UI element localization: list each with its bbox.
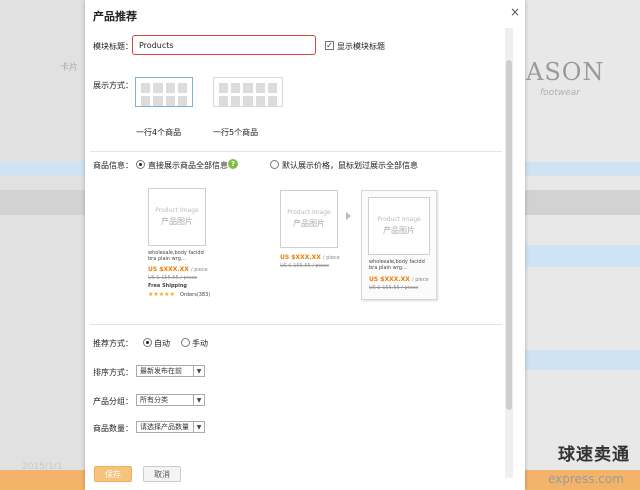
recommend-method-label: 推荐方式： — [93, 339, 133, 348]
product-info-radio-full[interactable] — [136, 160, 145, 169]
count-select-value: 请选择产品数量 — [140, 423, 189, 431]
layout-cell — [243, 83, 253, 93]
preview-product-image-default: Product Image 产品图片 — [280, 190, 338, 248]
layout-cell — [255, 96, 265, 106]
recommend-auto-label: 自动 — [154, 339, 170, 348]
section-divider — [90, 324, 502, 325]
show-title-checkbox-label: 显示模块标题 — [337, 42, 385, 51]
layout-cell — [255, 83, 265, 93]
recommend-auto-radio[interactable] — [143, 338, 152, 347]
price-unit: / piece — [190, 267, 208, 273]
layout-option-5-per-row[interactable] — [213, 77, 283, 107]
layout-cell — [177, 83, 187, 93]
layout-cell — [267, 83, 277, 93]
layout-option-5-label: 一行5个商品 — [213, 128, 259, 137]
preview-product-image-hover: Product Image 产品图片 — [368, 197, 430, 255]
product-image-text: Product Image — [287, 209, 331, 216]
price-unit: / piece — [411, 277, 429, 283]
preview-price-default: US $XXX.XX / piece — [280, 254, 340, 261]
preview-product-title: wholesale,body facidd bra plain wrg... — [148, 250, 204, 262]
layout-option-4-per-row[interactable] — [135, 77, 193, 107]
product-info-option-full-label: 直接展示商品全部信息 — [148, 161, 228, 170]
sort-select-value: 最新发布在前 — [140, 367, 182, 375]
sort-label: 排序方式： — [93, 368, 133, 377]
product-image-text-cn: 产品图片 — [293, 219, 325, 228]
product-image-text: Product Image — [377, 216, 421, 223]
preview-orders: Orders(383) — [180, 292, 211, 298]
layout-cell — [231, 83, 241, 93]
help-icon[interactable]: ? — [228, 159, 238, 169]
chevron-down-icon: ▼ — [193, 366, 204, 376]
group-select[interactable]: 所有分类 ▼ — [136, 394, 205, 406]
background-left-panel — [0, 0, 85, 490]
preview-price: US $XXX.XX / piece — [148, 266, 208, 273]
background-blue-band — [520, 162, 640, 176]
background-left-text: 卡片 — [60, 63, 79, 73]
layout-cell — [153, 83, 163, 93]
price-value: US $XXX.XX — [280, 254, 321, 261]
preview-old-price-hover: US $ 155.55 / piece — [369, 285, 419, 291]
scrollbar-thumb[interactable] — [506, 60, 512, 410]
background-brand-subtitle: footwear — [540, 88, 580, 98]
product-image-text-cn: 产品图片 — [383, 226, 415, 235]
product-image-text-cn: 产品图片 — [161, 217, 193, 226]
group-label: 产品分组： — [93, 397, 133, 406]
preview-product-title-hover: wholesale,body facidd bra plain wrg... — [369, 259, 425, 271]
background-blue-band — [0, 162, 85, 176]
preview-product-image: Product Image 产品图片 — [148, 188, 206, 246]
rating-stars-icon: ★★★★★ — [148, 291, 175, 298]
preview-old-price: US $ 155.55 / piece — [148, 275, 198, 281]
recommend-manual-label: 手动 — [192, 339, 208, 348]
sort-select[interactable]: 最新发布在前 ▼ — [136, 365, 205, 377]
product-info-radio-hover[interactable] — [270, 160, 279, 169]
background-orange-bar — [0, 470, 95, 490]
layout-cell — [231, 96, 241, 106]
save-button[interactable]: 保存 — [94, 466, 132, 482]
layout-cell — [153, 96, 163, 106]
background-blue-band — [520, 350, 640, 370]
price-value: US $XXX.XX — [369, 276, 410, 283]
group-select-value: 所有分类 — [140, 396, 168, 404]
count-label: 商品数量： — [93, 424, 133, 433]
close-icon[interactable]: × — [510, 5, 520, 19]
watermark-url: express.com — [548, 472, 624, 486]
background-band — [520, 190, 640, 215]
cancel-button[interactable]: 取消 — [143, 466, 181, 482]
layout-cell — [141, 83, 151, 93]
count-select[interactable]: 请选择产品数量 ▼ — [136, 421, 205, 433]
layout-cell — [267, 96, 277, 106]
chevron-down-icon: ▼ — [193, 422, 204, 432]
chevron-down-icon: ▼ — [193, 395, 204, 405]
background-brand-logo: ASON — [526, 58, 605, 86]
background-band — [0, 190, 85, 215]
watermark-text: 球速卖通 — [558, 445, 630, 465]
layout-cell — [177, 96, 187, 106]
price-value: US $XXX.XX — [148, 266, 189, 273]
layout-cell — [141, 96, 151, 106]
layout-cell — [165, 96, 175, 106]
show-title-checkbox[interactable]: ✓ — [325, 41, 334, 50]
layout-cell — [219, 96, 229, 106]
product-info-label: 商品信息： — [93, 161, 133, 170]
preview-shipping: Free Shipping — [148, 283, 187, 289]
display-mode-label: 展示方式： — [93, 81, 133, 90]
module-title-label: 模块标题： — [93, 42, 133, 51]
layout-cell — [165, 83, 175, 93]
layout-option-4-label: 一行4个商品 — [136, 128, 182, 137]
product-info-option-hover-label: 默认展示价格，鼠标划过展示全部信息 — [282, 161, 418, 170]
preview-price-hover: US $XXX.XX / piece — [369, 276, 429, 283]
arrow-right-icon — [346, 212, 351, 220]
price-unit: / piece — [322, 255, 340, 261]
module-title-input[interactable] — [132, 35, 316, 55]
background-blue-band — [520, 245, 640, 267]
layout-cell — [243, 96, 253, 106]
recommend-manual-radio[interactable] — [181, 338, 190, 347]
section-divider — [90, 151, 502, 152]
dialog-title: 产品推荐 — [93, 10, 137, 23]
layout-cell — [219, 83, 229, 93]
preview-old-price-default: US $ 155.55 / piece — [280, 263, 330, 269]
product-image-text: Product Image — [155, 207, 199, 214]
